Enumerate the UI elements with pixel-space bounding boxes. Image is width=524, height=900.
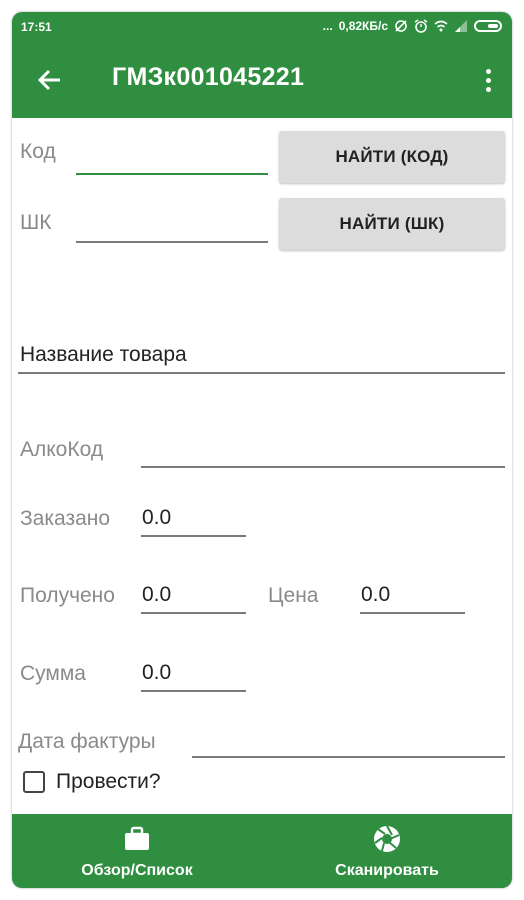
form-content: Код НАЙТИ (КОД) ШК НАЙТИ (ШК) Название т… xyxy=(12,118,512,814)
invoice-date-underline[interactable] xyxy=(192,756,505,758)
alko-label: АлкоКод xyxy=(20,438,104,461)
post-checkbox-label[interactable]: Провести? xyxy=(56,770,161,794)
ordered-input-underline[interactable] xyxy=(141,535,246,537)
received-input[interactable]: 0.0 xyxy=(142,583,171,607)
tab-scan[interactable]: Сканировать xyxy=(262,814,512,888)
product-name-field[interactable]: Название товара xyxy=(20,343,187,367)
sum-input[interactable]: 0.0 xyxy=(142,661,171,685)
price-input-underline[interactable] xyxy=(360,612,465,614)
sync-icon xyxy=(394,19,408,33)
price-label: Цена xyxy=(268,584,319,607)
find-code-button[interactable]: НАЙТИ (КОД) xyxy=(279,131,505,183)
invoice-date-label: Дата фактуры xyxy=(18,730,156,753)
signal-icon xyxy=(454,19,468,33)
phone-screen: 17:51 ... 0,82КБ/с ГМЗк001045221 Код НАЙ… xyxy=(12,12,512,888)
back-arrow-icon[interactable] xyxy=(36,66,64,94)
post-checkbox[interactable] xyxy=(23,771,45,793)
status-bar: 17:51 ... 0,82КБ/с xyxy=(12,12,512,42)
battery-icon xyxy=(474,20,502,32)
network-speed: 0,82КБ/с xyxy=(338,19,388,33)
tab-scan-label: Сканировать xyxy=(335,862,439,879)
page-title: ГМЗк001045221 xyxy=(112,63,305,91)
status-icons: ... 0,82КБ/с xyxy=(323,19,502,33)
received-label: Получено xyxy=(20,584,115,607)
kod-input-underline[interactable] xyxy=(76,173,268,175)
shk-input-underline[interactable] xyxy=(76,241,268,243)
briefcase-icon xyxy=(122,824,152,854)
wifi-icon xyxy=(434,19,448,33)
bottom-navigation: Обзор/Список Сканировать xyxy=(12,814,512,888)
ordered-input[interactable]: 0.0 xyxy=(142,506,171,530)
sum-label: Сумма xyxy=(20,662,86,685)
status-dots: ... xyxy=(322,19,333,33)
tab-overview-label: Обзор/Список xyxy=(81,862,193,879)
app-bar: ГМЗк001045221 xyxy=(12,42,512,118)
more-options-icon[interactable] xyxy=(478,66,498,94)
ordered-label: Заказано xyxy=(20,507,111,530)
find-shk-button[interactable]: НАЙТИ (ШК) xyxy=(279,198,505,250)
kod-label: Код xyxy=(20,140,56,163)
alko-input-underline[interactable] xyxy=(141,466,505,468)
price-input[interactable]: 0.0 xyxy=(361,583,390,607)
sum-input-underline[interactable] xyxy=(141,690,246,692)
tab-overview-list[interactable]: Обзор/Список xyxy=(12,814,262,888)
camera-shutter-icon xyxy=(372,824,402,854)
status-time: 17:51 xyxy=(21,20,52,34)
received-input-underline[interactable] xyxy=(141,612,246,614)
product-name-underline[interactable] xyxy=(18,372,505,374)
alarm-icon xyxy=(414,19,428,33)
shk-label: ШК xyxy=(20,211,52,234)
